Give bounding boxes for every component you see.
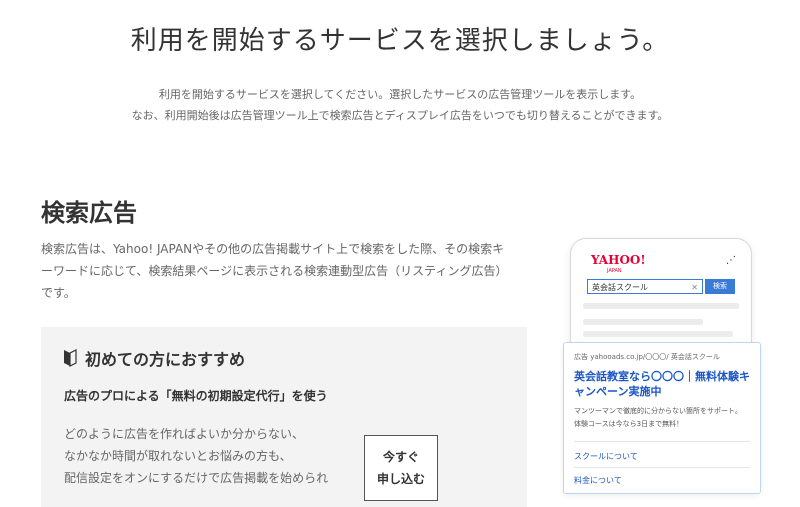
search-value: 英会話スクール [592, 283, 648, 292]
menu-icon: ⋰ [726, 255, 736, 266]
ad-description-line: 体験コースは今なら3日まで無料！ [574, 420, 684, 428]
intro-text: 利用を開始するサービスを選択してください。選択したサービスの広告管理ツールを表示… [0, 84, 800, 126]
section-description: 検索広告は、Yahoo! JAPANやその他の広告掲載サイト上で検索をした際、そ… [41, 238, 536, 304]
ad-link-price: 料金について [574, 476, 622, 485]
recommend-title: 初めての方におすすめ [85, 350, 246, 369]
button-label: 申し込む [376, 472, 425, 486]
yahoo-logo: YAHOO! [591, 253, 646, 267]
beginner-mark-icon [63, 349, 77, 367]
ad-link-school: スクールについて [574, 452, 638, 461]
description-line: ーワードに応じて、検索結果ページに表示される検索連動型広告（リスティング広告） [41, 264, 508, 278]
search-input: 英会話スクール ✕ [587, 279, 703, 294]
ad-description: マンツーマンで徹底的に分からない箇所をサポート。 体験コースは今なら3日まで無料… [574, 405, 750, 431]
recommend-card: 初めての方におすすめ 広告のプロによる「無料の初期設定代行」を使う どのように広… [41, 327, 527, 507]
description-line: です。 [41, 286, 76, 300]
yahoo-logo-sub: JAPAN [607, 268, 622, 274]
placeholder-row [583, 303, 739, 309]
divider [574, 467, 750, 468]
body-line: どのように広告を作ればよいか分からない、 [64, 427, 305, 441]
ad-description-line: マンツーマンで徹底的に分からない箇所をサポート。 [574, 407, 742, 415]
button-label: 今すぐ [382, 450, 419, 464]
body-line: 配信設定をオンにするだけで広告掲載を始められ [64, 471, 329, 485]
ad-title: 英会話教室なら〇〇〇｜無料体験キャンペーン実施中 [574, 370, 750, 398]
placeholder-row [583, 319, 703, 325]
page-title: 利用を開始するサービスを選択しましょう。 [130, 26, 670, 56]
section-title-search-ads: 検索広告 [41, 199, 137, 227]
divider [574, 441, 750, 442]
recommend-body: どのように広告を作ればよいか分からない、 なかなか時間が取れないとお悩みの方も、… [64, 423, 364, 489]
description-line: 検索広告は、Yahoo! JAPANやその他の広告掲載サイト上で検索をした際、そ… [41, 242, 505, 256]
apply-now-button[interactable]: 今すぐ 申し込む [364, 435, 438, 501]
intro-line: なお、利用開始後は広告管理ツール上で検索広告とディスプレイ広告をいつでも切り替え… [131, 109, 669, 122]
search-button: 検索 [705, 279, 735, 294]
recommend-subtitle: 広告のプロによる「無料の初期設定代行」を使う [64, 389, 328, 403]
ad-meta: 広告 yahooads.co.jp/〇〇〇/ 英会話スクール [574, 353, 720, 361]
clear-icon: ✕ [691, 283, 698, 292]
recommend-header: 初めての方におすすめ [63, 346, 245, 370]
body-line: なかなか時間が取れないとお悩みの方も、 [64, 449, 292, 463]
placeholder-row [583, 331, 733, 337]
ad-sample-card: 広告 yahooads.co.jp/〇〇〇/ 英会話スクール 英会話教室なら〇〇… [563, 342, 761, 494]
intro-line: 利用を開始するサービスを選択してください。選択したサービスの広告管理ツールを表示… [158, 88, 642, 101]
